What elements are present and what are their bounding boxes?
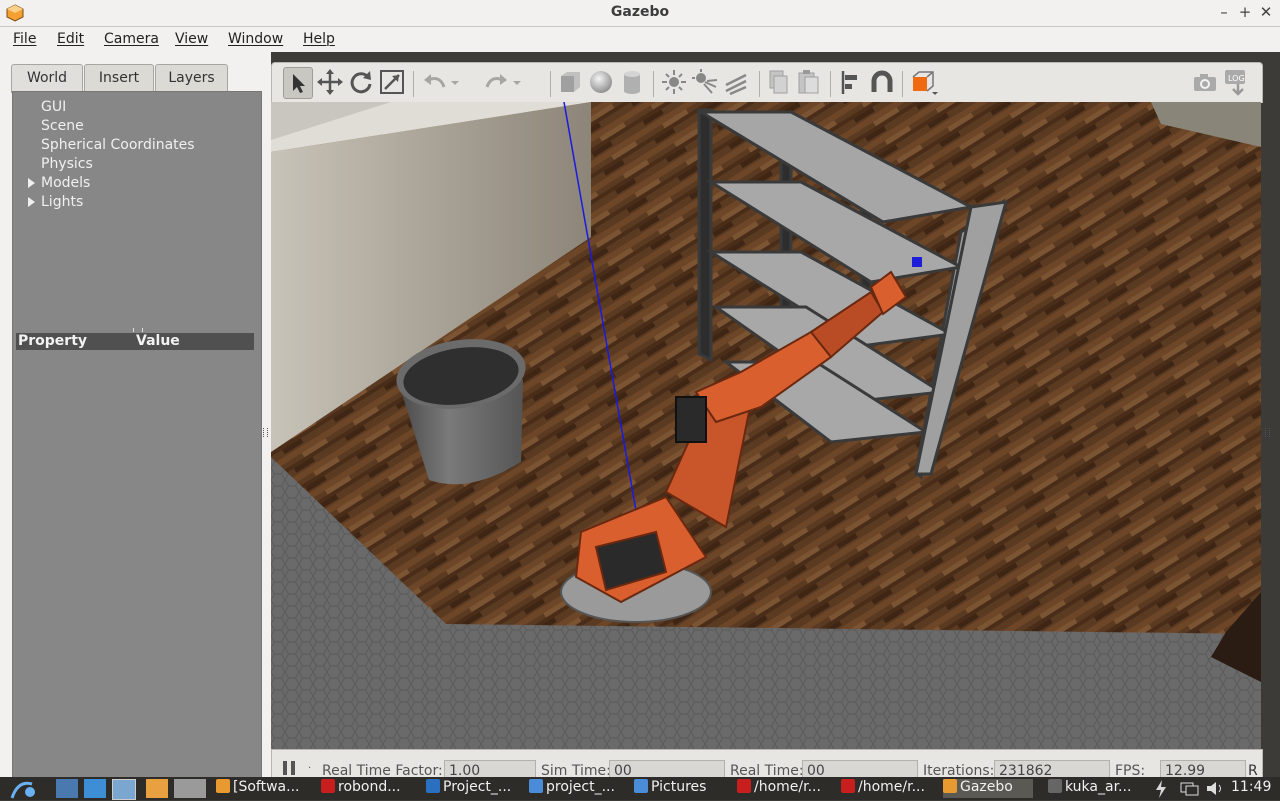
desktop-launcher-icon[interactable]	[84, 779, 106, 798]
3d-viewport[interactable]	[271, 102, 1261, 749]
window-launcher-icon[interactable]	[112, 779, 136, 800]
point-light-icon[interactable]	[659, 67, 689, 97]
start-menu-icon[interactable]	[8, 778, 42, 800]
network-icon[interactable]	[1180, 781, 1200, 796]
task-kuka-arm[interactable]: kuka_ar...	[1048, 779, 1131, 798]
sphere-icon[interactable]	[586, 67, 616, 97]
tree-item-models[interactable]: Models	[41, 175, 90, 191]
terminal-icon	[321, 779, 335, 793]
value-column-label: Value	[136, 333, 180, 349]
property-column-label: Property	[18, 333, 88, 349]
toolbar: LOG	[271, 62, 1263, 103]
maximize-icon[interactable]: +	[1235, 2, 1255, 22]
clock: 11:49	[1231, 779, 1272, 795]
workspace-switcher[interactable]	[174, 779, 206, 798]
task-gazebo-active[interactable]: Gazebo	[943, 779, 1033, 798]
tab-world[interactable]: World	[11, 64, 83, 93]
task-software[interactable]: [Softwa...	[216, 779, 299, 798]
task-robond[interactable]: robond...	[321, 779, 401, 798]
power-icon[interactable]	[1154, 780, 1168, 798]
select-arrow-icon[interactable]	[283, 67, 313, 99]
expand-lights-icon[interactable]	[28, 197, 35, 207]
folder-icon	[529, 779, 543, 793]
title-bar[interactable]: Gazebo – + ✕	[0, 0, 1280, 27]
directional-light-icon[interactable]	[721, 67, 751, 97]
tree-item-spherical-coordinates[interactable]: Spherical Coordinates	[41, 137, 195, 153]
software-icon	[216, 779, 230, 793]
redo-icon[interactable]	[481, 67, 511, 97]
terminal-icon	[737, 779, 751, 793]
terminal-icon	[841, 779, 855, 793]
files-launcher-icon[interactable]	[56, 779, 78, 798]
screenshot-icon[interactable]	[1190, 67, 1220, 97]
tree-item-gui[interactable]: GUI	[41, 99, 66, 115]
left-splitter-handle[interactable]	[263, 428, 268, 437]
log-icon[interactable]: LOG	[1221, 67, 1251, 97]
tab-layers[interactable]: Layers	[155, 64, 228, 92]
menu-window[interactable]: Window	[228, 31, 283, 47]
svg-text:LOG: LOG	[1228, 74, 1245, 83]
expand-models-icon[interactable]	[28, 178, 35, 188]
menu-file[interactable]: File	[13, 31, 36, 47]
spot-light-icon[interactable]	[690, 67, 720, 97]
world-tree: GUI Scene Spherical Coordinates Physics …	[12, 91, 262, 779]
taskbar: [Softwa... robond... Project_... project…	[0, 777, 1280, 800]
menu-bar: File Edit Camera View Window Help	[0, 27, 1280, 52]
scale-icon[interactable]	[377, 67, 407, 97]
undo-icon[interactable]	[420, 67, 450, 97]
tab-insert[interactable]: Insert	[84, 64, 154, 92]
volume-icon[interactable]	[1206, 781, 1224, 796]
close-icon[interactable]: ✕	[1256, 2, 1276, 22]
task-project-2[interactable]: project_...	[529, 779, 615, 798]
box-icon[interactable]	[555, 67, 585, 97]
paste-icon[interactable]	[793, 67, 823, 97]
pause-icon[interactable]	[282, 760, 296, 776]
column-resize-handle[interactable]	[133, 328, 143, 332]
property-header: Property Value	[16, 333, 254, 350]
window-title: Gazebo	[610, 4, 670, 20]
tree-item-scene[interactable]: Scene	[41, 118, 84, 134]
align-icon[interactable]	[836, 67, 866, 97]
gazebo-icon	[943, 779, 957, 793]
menu-edit[interactable]: Edit	[57, 31, 84, 47]
right-splitter-handle[interactable]	[1265, 428, 1270, 437]
task-pictures[interactable]: Pictures	[634, 779, 706, 798]
task-terminal-2[interactable]: /home/r...	[841, 779, 925, 798]
folder-icon	[634, 779, 648, 793]
view-angle-icon[interactable]	[908, 67, 938, 97]
status-bar: . Real Time Factor: 1.00 Sim Time: 00 00…	[271, 749, 1263, 799]
redo-dropdown-icon[interactable]	[510, 67, 524, 97]
menu-view[interactable]: View	[175, 31, 208, 47]
task-terminal-1[interactable]: /home/r...	[737, 779, 821, 798]
rotate-icon[interactable]	[346, 67, 376, 97]
editor-icon	[426, 779, 440, 793]
cylinder-icon[interactable]	[617, 67, 647, 97]
tree-item-lights[interactable]: Lights	[41, 194, 83, 210]
task-project-1[interactable]: Project_...	[426, 779, 511, 798]
menu-help[interactable]: Help	[303, 31, 335, 47]
copy-icon[interactable]	[763, 67, 793, 97]
gazebo-launcher-icon[interactable]	[146, 779, 168, 798]
undo-dropdown-icon[interactable]	[448, 67, 462, 97]
rviz-icon	[1048, 779, 1062, 793]
minimize-icon[interactable]: –	[1214, 2, 1234, 22]
translate-icon[interactable]	[315, 67, 345, 97]
scene-render	[271, 102, 1261, 749]
menu-camera[interactable]: Camera	[104, 31, 159, 47]
tree-item-physics[interactable]: Physics	[41, 156, 93, 172]
snap-magnet-icon[interactable]	[867, 67, 897, 97]
